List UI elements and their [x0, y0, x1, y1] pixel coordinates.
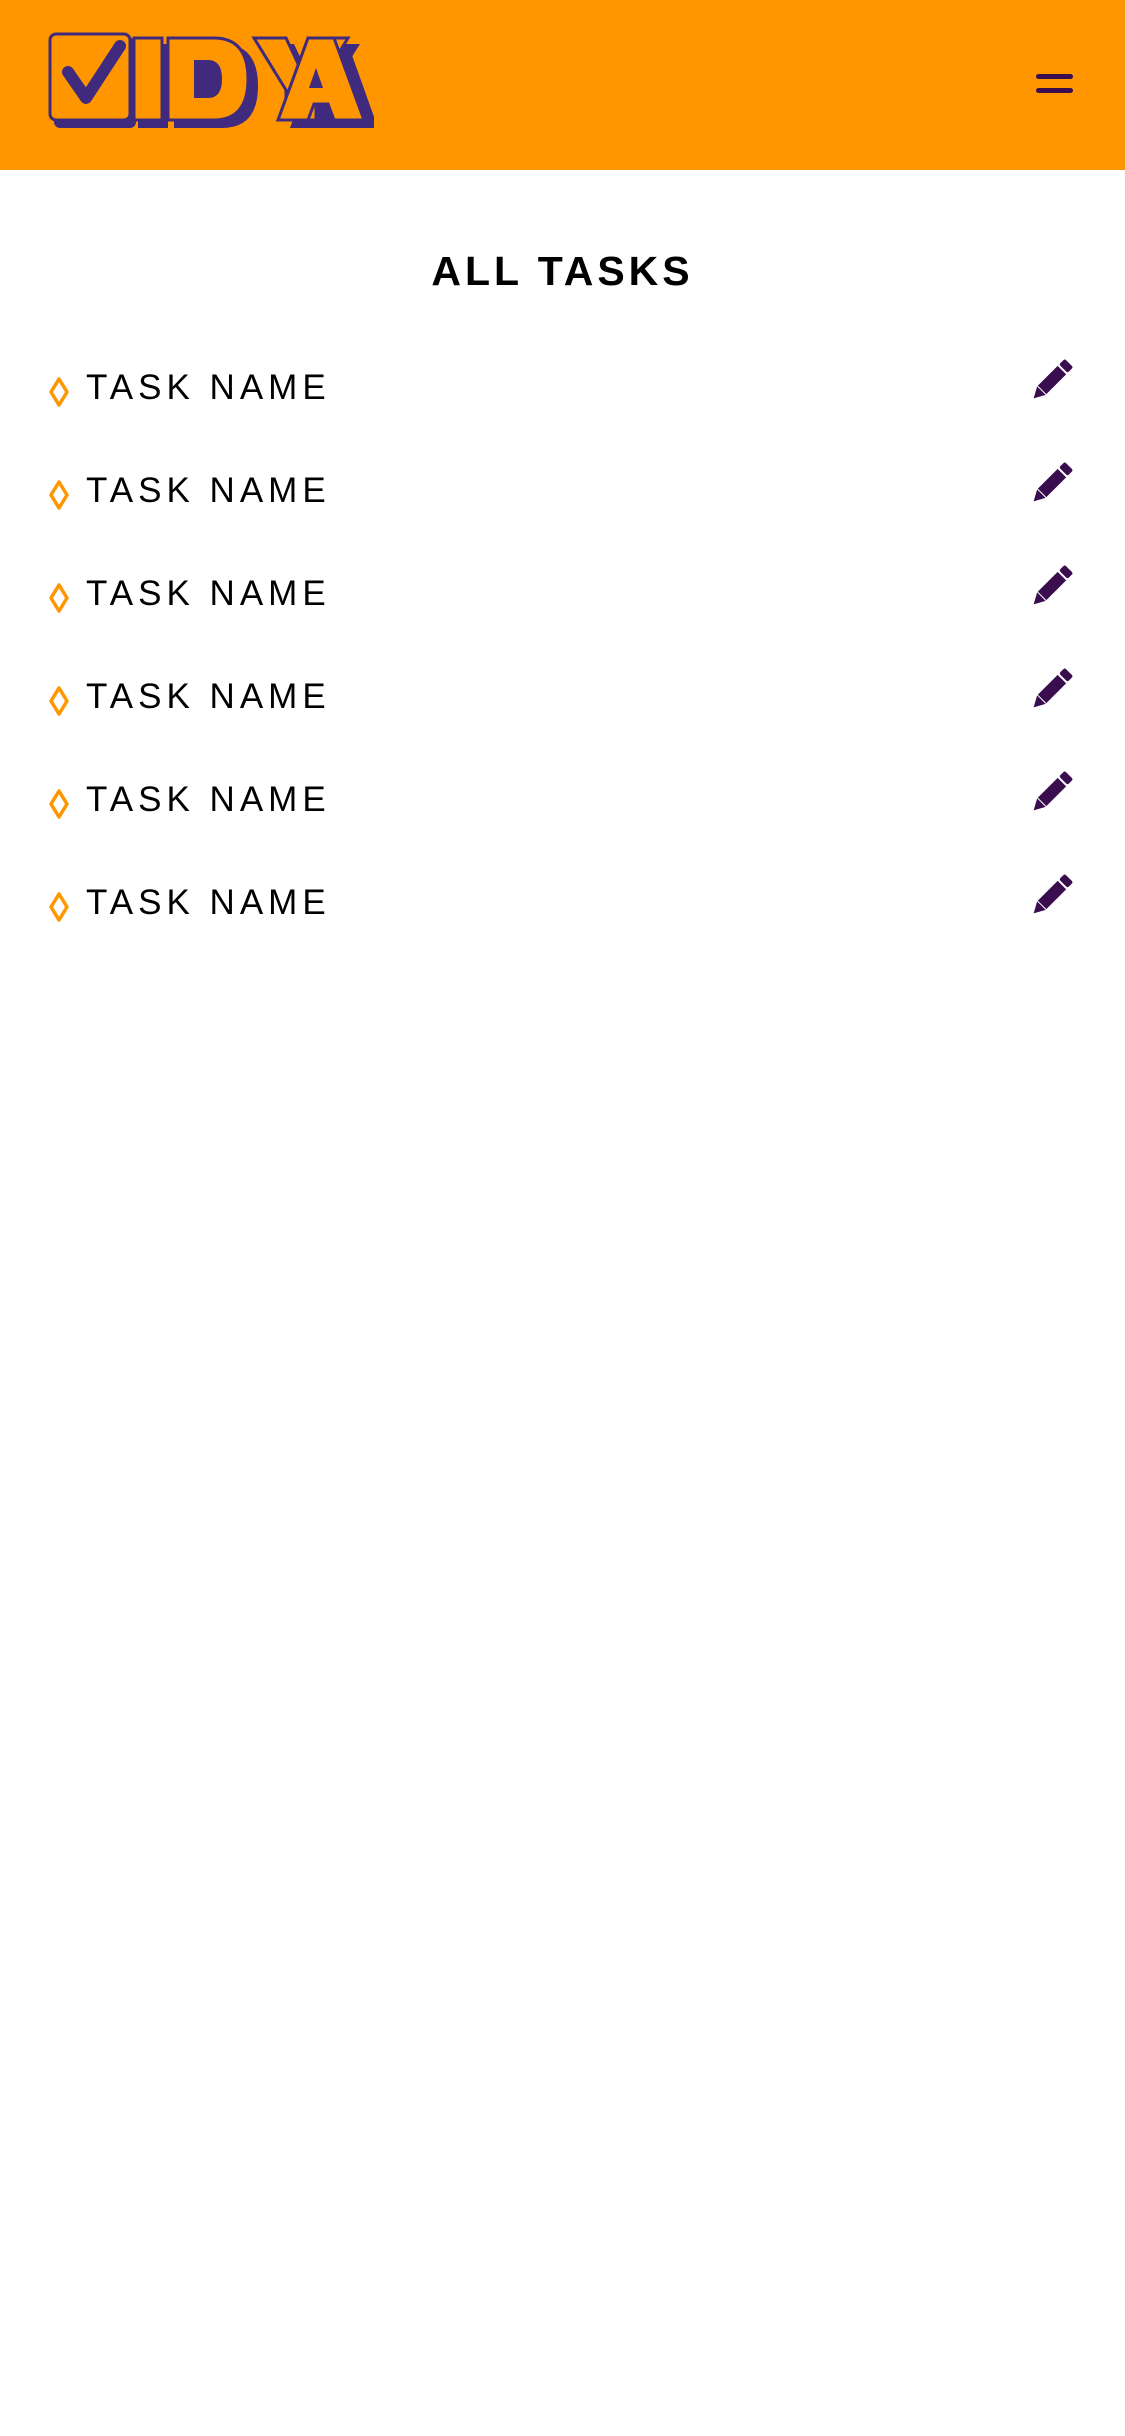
pencil-icon [1033, 668, 1073, 708]
pencil-icon [1033, 565, 1073, 605]
task-name[interactable]: TASK NAME [86, 675, 331, 719]
diamond-outline-icon [48, 892, 70, 922]
diamond-outline-icon [48, 583, 70, 613]
hamburger-menu-icon [1036, 74, 1073, 79]
task-name[interactable]: TASK NAME [86, 572, 331, 616]
edit-task-button[interactable] [1026, 663, 1078, 715]
edit-task-button[interactable] [1026, 354, 1078, 406]
app-header [0, 0, 1125, 170]
task-row: TASK NAME [0, 752, 1125, 855]
task-row: TASK NAME [0, 649, 1125, 752]
task-row: TASK NAME [0, 443, 1125, 546]
task-row: TASK NAME [0, 340, 1125, 443]
edit-task-button[interactable] [1026, 766, 1078, 818]
task-name[interactable]: TASK NAME [86, 366, 331, 410]
diamond-outline-icon [48, 789, 70, 819]
task-name[interactable]: TASK NAME [86, 469, 331, 513]
hamburger-menu-button[interactable] [1020, 60, 1088, 108]
task-row: TASK NAME [0, 855, 1125, 958]
task-name[interactable]: TASK NAME [86, 778, 331, 822]
pencil-icon [1033, 874, 1073, 914]
task-row: TASK NAME [0, 546, 1125, 649]
task-name[interactable]: TASK NAME [86, 881, 331, 925]
task-list: TASK NAME TASK NAME TASK NAME TASK NAME … [0, 340, 1125, 958]
edit-task-button[interactable] [1026, 869, 1078, 921]
edit-task-button[interactable] [1026, 457, 1078, 509]
edit-task-button[interactable] [1026, 560, 1078, 612]
diamond-outline-icon [48, 377, 70, 407]
app-screen: ALL TASKS TASK NAME TASK NAME TASK NAME … [0, 0, 1125, 2436]
diamond-outline-icon [48, 480, 70, 510]
vidya-logo[interactable] [48, 32, 374, 132]
page-title: ALL TASKS [431, 248, 694, 295]
pencil-icon [1033, 359, 1073, 399]
hamburger-menu-icon-bar [1036, 88, 1073, 93]
pencil-icon [1033, 462, 1073, 502]
diamond-outline-icon [48, 686, 70, 716]
pencil-icon [1033, 771, 1073, 811]
